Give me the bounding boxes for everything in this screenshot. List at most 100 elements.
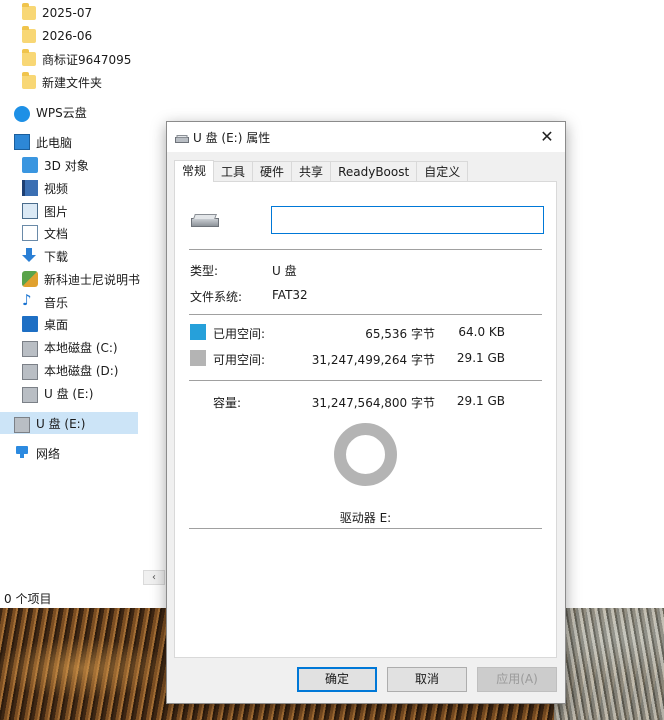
tree-item-label: 此电脑 — [36, 135, 73, 150]
tree-item-label: U 盘 (E:) — [44, 386, 94, 401]
used-space-label: 已用空间: — [213, 327, 266, 341]
desktop-icon — [22, 316, 38, 332]
folder-icon — [22, 3, 36, 20]
folder-icon — [22, 26, 36, 43]
tree-item-folder-trademark[interactable]: 商标证9647095 — [22, 48, 131, 70]
divider — [189, 249, 542, 250]
scroll-left-button[interactable]: ‹ — [143, 570, 165, 585]
tree-item-label: 2025-07 — [42, 6, 93, 20]
close-icon: ✕ — [540, 127, 554, 146]
divider — [189, 314, 542, 315]
drive-letter-label: 驱动器 E: — [339, 511, 392, 525]
tree-item-desktop[interactable]: 桌面 — [22, 313, 68, 335]
tree-item-label: 图片 — [44, 204, 69, 219]
used-space-size: 64.0 KB — [458, 325, 505, 339]
tree-item-folder-2025-07[interactable]: 2025-07 — [22, 2, 92, 24]
tree-item-label: 新科迪士尼说明书 — [44, 272, 141, 287]
divider — [189, 380, 542, 381]
type-value: U 盘 — [272, 264, 297, 278]
filesystem-value: FAT32 — [272, 288, 308, 302]
drive-icon — [191, 212, 219, 228]
filesystem-label: 文件系统: — [190, 290, 243, 304]
drive-icon — [22, 364, 38, 380]
tree-item-folder-2026-06[interactable]: 2026-06 — [22, 25, 92, 47]
free-space-bytes: 31,247,499,264 字节 — [311, 353, 435, 367]
tab-tools[interactable]: 工具 — [213, 161, 254, 181]
dialog-titlebar[interactable]: U 盘 (E:) 属性 ✕ — [167, 122, 565, 152]
computer-icon — [14, 134, 30, 150]
tab-strip: 常规 工具 硬件 共享 ReadyBoost 自定义 — [174, 160, 469, 182]
tree-item-drive-d[interactable]: 本地磁盘 (D:) — [22, 359, 118, 381]
cloud-icon — [14, 105, 30, 122]
general-tab-panel: 类型: U 盘 文件系统: FAT32 已用空间: 65,536 字节 64.0… — [174, 181, 557, 658]
tree-item-label: 视频 — [44, 181, 69, 196]
drive-icon — [175, 132, 189, 143]
tree-item-wps-cloud[interactable]: WPS云盘 — [14, 101, 87, 123]
tab-sharing[interactable]: 共享 — [291, 161, 332, 181]
tree-item-label: 2026-06 — [42, 29, 93, 43]
tree-item-documents[interactable]: 文档 — [22, 222, 68, 244]
tab-hardware[interactable]: 硬件 — [252, 161, 293, 181]
navigation-tree: 2025-07 2026-06 商标证9647095 新建文件夹 WPS云盘 此… — [0, 0, 140, 570]
tree-item-label: 商标证9647095 — [42, 52, 132, 67]
free-space-swatch — [190, 350, 206, 366]
tree-item-downloads[interactable]: 下载 — [22, 245, 68, 267]
close-button[interactable]: ✕ — [535, 125, 559, 149]
status-bar-text: 0 个项目 — [4, 592, 52, 606]
tree-item-label: 本地磁盘 (C:) — [44, 340, 118, 355]
video-icon — [22, 180, 38, 196]
used-space-swatch — [190, 324, 206, 340]
network-icon — [14, 445, 30, 461]
tree-item-network[interactable]: 网络 — [14, 442, 60, 464]
apply-button[interactable]: 应用(A) — [477, 667, 557, 692]
documents-icon — [22, 225, 38, 241]
cancel-button[interactable]: 取消 — [387, 667, 467, 692]
folder-icon — [22, 72, 36, 89]
tree-item-label: 3D 对象 — [44, 158, 89, 173]
folder-icon — [22, 49, 36, 66]
tree-item-drive-e[interactable]: U 盘 (E:) — [22, 382, 93, 404]
tree-item-pictures[interactable]: 图片 — [22, 200, 68, 222]
tree-item-this-pc[interactable]: 此电脑 — [14, 131, 72, 153]
properties-dialog: U 盘 (E:) 属性 ✕ 常规 工具 硬件 共享 ReadyBoost 自定义… — [166, 121, 566, 704]
usb-drive-icon — [22, 387, 38, 403]
tree-item-usb-drive-selected[interactable]: U 盘 (E:) — [0, 412, 138, 434]
tab-general[interactable]: 常规 — [174, 160, 215, 182]
free-space-size: 29.1 GB — [456, 351, 505, 365]
3d-objects-icon — [22, 157, 38, 173]
tree-item-music[interactable]: 音乐 — [22, 291, 68, 313]
dialog-title: U 盘 (E:) 属性 — [193, 131, 271, 145]
download-icon — [22, 248, 38, 264]
drive-icon — [22, 341, 38, 357]
disk-usage-donut — [334, 423, 397, 486]
usb-drive-icon — [14, 417, 30, 433]
music-icon — [22, 291, 38, 310]
tree-item-label: 文档 — [44, 226, 69, 241]
tree-item-label: U 盘 (E:) — [36, 416, 86, 431]
ok-button[interactable]: 确定 — [297, 667, 377, 692]
app-icon — [22, 271, 38, 287]
divider — [189, 528, 542, 529]
volume-label-input[interactable] — [271, 206, 544, 234]
tree-item-3d-objects[interactable]: 3D 对象 — [22, 154, 89, 176]
tree-item-label: 桌面 — [44, 317, 69, 332]
tree-item-label: 音乐 — [44, 295, 69, 310]
tab-customize[interactable]: 自定义 — [416, 161, 469, 181]
tree-item-drive-c[interactable]: 本地磁盘 (C:) — [22, 336, 118, 358]
tree-item-label: 本地磁盘 (D:) — [44, 363, 119, 378]
tree-item-folder-new[interactable]: 新建文件夹 — [22, 71, 102, 93]
pictures-icon — [22, 203, 38, 219]
tree-item-label: 下载 — [44, 249, 69, 264]
tab-readyboost[interactable]: ReadyBoost — [330, 161, 418, 181]
tree-item-video[interactable]: 视频 — [22, 177, 68, 199]
free-space-label: 可用空间: — [213, 353, 266, 367]
tree-item-label: 网络 — [36, 446, 61, 461]
tree-item-label: WPS云盘 — [36, 105, 87, 120]
capacity-label: 容量: — [213, 396, 242, 410]
capacity-size: 29.1 GB — [456, 394, 505, 408]
capacity-bytes: 31,247,564,800 字节 — [311, 396, 435, 410]
used-space-bytes: 65,536 字节 — [365, 327, 435, 341]
tree-item-manual[interactable]: 新科迪士尼说明书 — [22, 268, 140, 290]
type-label: 类型: — [190, 264, 219, 278]
tree-item-label: 新建文件夹 — [42, 75, 103, 90]
